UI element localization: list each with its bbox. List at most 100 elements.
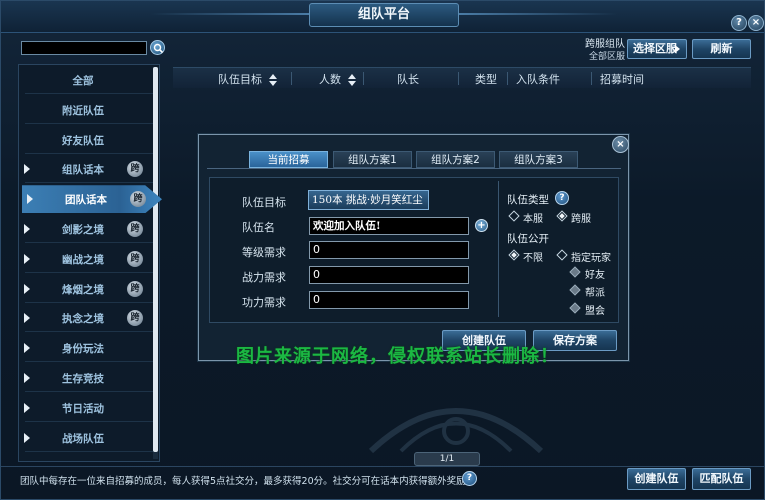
sidebar-divider — [25, 361, 153, 363]
column-target-label: 队伍目标 — [218, 73, 262, 86]
tab-divider — [207, 168, 621, 169]
sidebar-item[interactable]: 节日活动 — [19, 394, 153, 422]
team-name-field[interactable]: 欢迎加入队伍! — [309, 217, 469, 235]
sidebar-item[interactable]: 身份玩法 — [19, 334, 153, 363]
sidebar-item[interactable]: 幽战之境跨 — [19, 245, 153, 273]
option-local-server[interactable]: 本服 — [523, 210, 543, 225]
sidebar-item-label: 好友队伍 — [62, 134, 104, 147]
column-divider — [291, 72, 292, 85]
select-server-label: 选择区服 — [633, 42, 677, 55]
option-guild[interactable]: 帮派 — [585, 284, 605, 299]
sidebar-item[interactable]: 团队话本跨 — [22, 185, 162, 214]
search-input[interactable] — [21, 41, 147, 55]
column-divider — [507, 72, 508, 85]
merit-requirement-field[interactable]: 0 — [309, 291, 469, 309]
sidebar-item[interactable]: 战场队伍 — [19, 424, 153, 452]
merit-requirement-label: 功力需求 — [242, 296, 286, 309]
team-list-header: 队伍目标 人数 队长 类型 入队条件 招募时间 — [173, 67, 751, 88]
watermark-text: 图片来源于网络，侵权联系站长删除！ — [236, 346, 559, 367]
column-divider — [363, 72, 364, 85]
sidebar-divider — [25, 271, 153, 273]
target-label: 队伍目标 — [242, 196, 286, 209]
sidebar-item-label: 全部 — [72, 75, 94, 87]
sidebar-item[interactable]: 好友队伍 — [19, 126, 153, 154]
option-alliance[interactable]: 盟会 — [585, 302, 605, 317]
team-type-help-icon[interactable]: ? — [555, 191, 569, 205]
power-requirement-field[interactable]: 0 — [309, 266, 469, 284]
tab-plan-2[interactable]: 组队方案2 — [416, 151, 495, 168]
level-requirement-field[interactable]: 0 — [309, 241, 469, 259]
column-type: 类型 — [475, 73, 497, 86]
tab-current-recruit[interactable]: 当前招募 — [249, 151, 328, 168]
sort-icon[interactable] — [347, 74, 356, 86]
help-icon[interactable]: ? — [731, 15, 747, 31]
option-cross-server[interactable]: 跨服 — [571, 210, 591, 225]
sidebar-divider — [25, 331, 153, 333]
sidebar-divider — [25, 182, 153, 184]
sidebar-divider — [25, 420, 153, 422]
sidebar-item[interactable]: 生存竞技 — [19, 364, 153, 392]
column-members[interactable]: 人数 — [319, 71, 356, 87]
sidebar-item[interactable]: 全部 — [19, 66, 153, 94]
team-platform-window: 组队平台 ? × 跨服组队 全部区服 选择区服 刷新 队伍目标 人数 队长 类型… — [0, 0, 765, 500]
sidebar-item[interactable]: 剑影之境跨 — [19, 215, 153, 243]
sidebar-item[interactable]: 组队话本跨 — [19, 155, 153, 184]
sidebar-item-label: 战场队伍 — [62, 432, 104, 445]
option-unlimited[interactable]: 不限 — [523, 249, 543, 264]
team-name-label: 队伍名 — [242, 221, 275, 234]
tab-plan-3[interactable]: 组队方案3 — [499, 151, 578, 168]
sidebar-item-label: 生存竞技 — [62, 373, 104, 385]
sidebar-item-label: 附近队伍 — [62, 104, 104, 117]
cross-server-info: 跨服组队 全部区服 — [579, 39, 625, 63]
cross-server-badge: 跨 — [127, 221, 143, 237]
footer-help-icon[interactable]: ? — [462, 471, 477, 486]
title-ornament-left — [151, 13, 309, 15]
option-friends[interactable]: 好友 — [585, 266, 605, 281]
form-divider — [498, 181, 499, 317]
sidebar-item[interactable]: 烽烟之境跨 — [19, 275, 153, 303]
cross-server-scope: 全部区服 — [588, 52, 625, 62]
dialog-close-icon[interactable]: × — [612, 136, 629, 153]
create-team-button[interactable]: 创建队伍 — [627, 468, 686, 490]
refresh-button[interactable]: 刷新 — [692, 39, 751, 59]
sidebar-item-label: 节日活动 — [62, 402, 104, 415]
footer-hint: 团队中每存在一位来自招募的成员，每人获得5点社交分，最多获得20分。社交分可在话… — [20, 476, 476, 487]
tab-plan-1[interactable]: 组队方案1 — [333, 151, 412, 168]
add-icon[interactable]: + — [475, 219, 488, 232]
sidebar-divider — [25, 122, 153, 124]
column-leader: 队长 — [397, 73, 419, 86]
sidebar-scrollbar-thumb[interactable] — [153, 67, 158, 452]
sidebar-scrollbar[interactable] — [153, 67, 158, 459]
column-divider — [458, 72, 459, 85]
cross-server-badge: 跨 — [127, 250, 143, 267]
team-public-label: 队伍公开 — [507, 233, 549, 245]
target-selector[interactable]: 150本 挑战·妙月笑红尘 — [308, 190, 429, 210]
title-ornament-right — [459, 13, 617, 15]
triangle-right-icon — [675, 45, 680, 53]
column-target[interactable]: 队伍目标 — [218, 71, 277, 87]
cross-server-label: 跨服组队 — [585, 39, 625, 50]
search-icon — [153, 43, 164, 54]
match-team-button[interactable]: 匹配队伍 — [692, 468, 751, 490]
close-icon[interactable]: × — [748, 15, 764, 31]
sidebar-divider — [25, 391, 153, 392]
option-specified-players[interactable]: 指定玩家 — [571, 249, 611, 264]
search-button[interactable] — [150, 40, 165, 55]
sort-icon[interactable] — [268, 74, 277, 86]
column-divider — [591, 72, 592, 85]
footer-divider — [1, 466, 764, 467]
sidebar-divider — [25, 93, 153, 94]
level-requirement-label: 等级需求 — [242, 246, 286, 259]
sidebar-item[interactable]: 附近队伍 — [19, 96, 153, 124]
select-server-button[interactable]: 选择区服 — [627, 39, 687, 59]
window-title: 组队平台 — [309, 3, 459, 27]
sidebar-item[interactable]: 执念之境跨 — [19, 304, 153, 333]
column-members-label: 人数 — [319, 73, 341, 86]
page-indicator: 1/1 — [414, 452, 480, 466]
team-type-label: 队伍类型 — [507, 194, 549, 206]
power-requirement-label: 战力需求 — [242, 271, 286, 284]
column-condition: 入队条件 — [516, 73, 560, 86]
column-time: 招募时间 — [600, 73, 644, 86]
sidebar-divider — [25, 450, 153, 452]
sidebar-divider — [25, 242, 153, 243]
